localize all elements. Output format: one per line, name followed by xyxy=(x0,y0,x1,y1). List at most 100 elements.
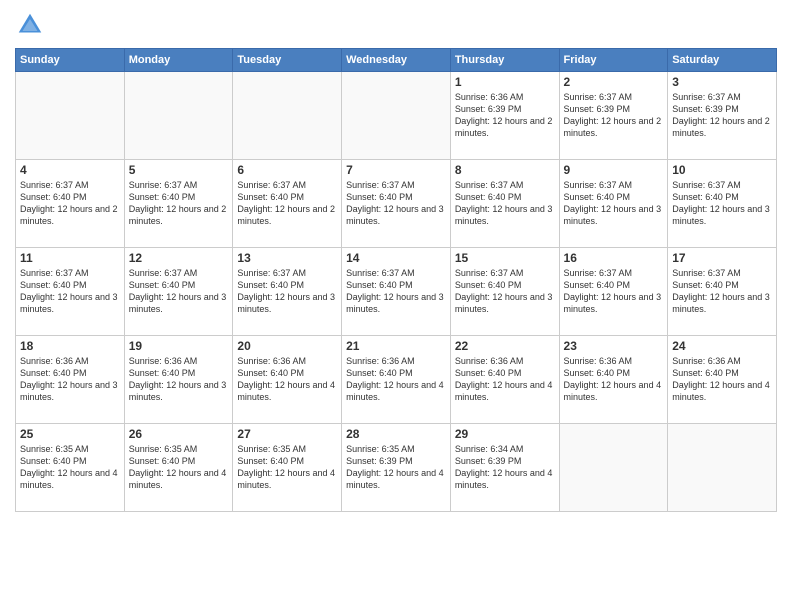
calendar-cell xyxy=(559,424,668,512)
logo-icon xyxy=(15,10,45,40)
calendar-header-row: SundayMondayTuesdayWednesdayThursdayFrid… xyxy=(16,49,777,72)
calendar-week-1: 1Sunrise: 6:36 AM Sunset: 6:39 PM Daylig… xyxy=(16,72,777,160)
calendar-cell: 6 Sunrise: 6:37 AM Sunset: 6:40 PM Daylig… xyxy=(233,160,342,248)
day-number: 15 xyxy=(455,251,555,265)
calendar-cell xyxy=(342,72,451,160)
calendar-header-sunday: Sunday xyxy=(16,49,125,72)
calendar-header-monday: Monday xyxy=(124,49,233,72)
logo xyxy=(15,10,47,40)
calendar-cell: 4 Sunrise: 6:37 AM Sunset: 6:40 PM Daylig… xyxy=(16,160,125,248)
day-info: Sunrise: 6:37 AM Sunset: 6:40 PM Dayligh… xyxy=(672,179,772,228)
day-info: Sunrise: 6:36 AM Sunset: 6:40 PM Dayligh… xyxy=(564,355,664,404)
calendar-cell: 10 Sunrise: 6:37 AM Sunset: 6:40 PM Dayli… xyxy=(668,160,777,248)
calendar-cell: 28 Sunrise: 6:35 AM Sunset: 6:39 PM Dayli… xyxy=(342,424,451,512)
calendar-cell: 15 Sunrise: 6:37 AM Sunset: 6:40 PM Dayli… xyxy=(450,248,559,336)
calendar-cell: 13 Sunrise: 6:37 AM Sunset: 6:40 PM Dayli… xyxy=(233,248,342,336)
day-number: 13 xyxy=(237,251,337,265)
day-info: Sunrise: 6:37 AM Sunset: 6:39 PM Dayligh… xyxy=(564,91,664,140)
day-info: Sunrise: 6:35 AM Sunset: 6:40 PM Dayligh… xyxy=(237,443,337,492)
calendar-cell: 20Sunrise: 6:36 AM Sunset: 6:40 PM Dayli… xyxy=(233,336,342,424)
calendar-cell xyxy=(16,72,125,160)
calendar-cell: 27 Sunrise: 6:35 AM Sunset: 6:40 PM Dayli… xyxy=(233,424,342,512)
day-number: 4 xyxy=(20,163,120,177)
calendar-cell: 7 Sunrise: 6:37 AM Sunset: 6:40 PM Daylig… xyxy=(342,160,451,248)
day-info: Sunrise: 6:36 AM Sunset: 6:40 PM Dayligh… xyxy=(455,355,555,404)
day-info: Sunrise: 6:37 AM Sunset: 6:40 PM Dayligh… xyxy=(237,179,337,228)
day-info: Sunrise: 6:36 AM Sunset: 6:40 PM Dayligh… xyxy=(346,355,446,404)
day-info: Sunrise: 6:34 AM Sunset: 6:39 PM Dayligh… xyxy=(455,443,555,492)
calendar-cell: 17Sunrise: 6:37 AM Sunset: 6:40 PM Dayli… xyxy=(668,248,777,336)
calendar-cell: 9 Sunrise: 6:37 AM Sunset: 6:40 PM Daylig… xyxy=(559,160,668,248)
calendar-week-3: 11 Sunrise: 6:37 AM Sunset: 6:40 PM Dayli… xyxy=(16,248,777,336)
day-info: Sunrise: 6:37 AM Sunset: 6:40 PM Dayligh… xyxy=(564,179,664,228)
calendar-cell: 21 Sunrise: 6:36 AM Sunset: 6:40 PM Dayli… xyxy=(342,336,451,424)
day-info: Sunrise: 6:37 AM Sunset: 6:40 PM Dayligh… xyxy=(346,179,446,228)
day-number: 11 xyxy=(20,251,120,265)
day-info: Sunrise: 6:37 AM Sunset: 6:40 PM Dayligh… xyxy=(455,179,555,228)
day-info: Sunrise: 6:37 AM Sunset: 6:40 PM Dayligh… xyxy=(20,179,120,228)
calendar-cell: 25Sunrise: 6:35 AM Sunset: 6:40 PM Dayli… xyxy=(16,424,125,512)
day-number: 2 xyxy=(564,75,664,89)
day-number: 23 xyxy=(564,339,664,353)
calendar-cell: 23 Sunrise: 6:36 AM Sunset: 6:40 PM Dayli… xyxy=(559,336,668,424)
calendar-header-wednesday: Wednesday xyxy=(342,49,451,72)
day-number: 21 xyxy=(346,339,446,353)
calendar-cell: 26 Sunrise: 6:35 AM Sunset: 6:40 PM Dayli… xyxy=(124,424,233,512)
day-number: 24 xyxy=(672,339,772,353)
calendar-week-5: 25 Sunrise: 6:35 AM Sunset: 6:40 PM Dayli… xyxy=(16,424,777,512)
day-info: Sunrise: 6:37 AM Sunset: 6:40 PM Dayligh… xyxy=(237,267,337,316)
calendar-header-friday: Friday xyxy=(559,49,668,72)
calendar-cell: 16Sunrise: 6:37 AM Sunset: 6:40 PM Dayli… xyxy=(559,248,668,336)
day-number: 7 xyxy=(346,163,446,177)
calendar-week-2: 4 Sunrise: 6:37 AM Sunset: 6:40 PM Daylig… xyxy=(16,160,777,248)
calendar-header-saturday: Saturday xyxy=(668,49,777,72)
day-number: 22 xyxy=(455,339,555,353)
day-number: 12 xyxy=(129,251,229,265)
day-info: Sunrise: 6:37 AM Sunset: 6:40 PM Dayligh… xyxy=(20,267,120,316)
calendar-cell: 11 Sunrise: 6:37 AM Sunset: 6:40 PM Dayli… xyxy=(16,248,125,336)
calendar-table: SundayMondayTuesdayWednesdayThursdayFrid… xyxy=(15,48,777,512)
day-info: Sunrise: 6:36 AM Sunset: 6:40 PM Dayligh… xyxy=(237,355,337,404)
day-info: Sunrise: 6:35 AM Sunset: 6:40 PM Dayligh… xyxy=(129,443,229,492)
calendar-cell: 18Sunrise: 6:36 AM Sunset: 6:40 PM Dayli… xyxy=(16,336,125,424)
calendar-cell: 3 Sunrise: 6:37 AM Sunset: 6:39 PM Daylig… xyxy=(668,72,777,160)
calendar-header-tuesday: Tuesday xyxy=(233,49,342,72)
day-number: 10 xyxy=(672,163,772,177)
calendar-cell xyxy=(124,72,233,160)
calendar-cell: 1Sunrise: 6:36 AM Sunset: 6:39 PM Daylig… xyxy=(450,72,559,160)
day-number: 6 xyxy=(237,163,337,177)
calendar-cell: 22 Sunrise: 6:36 AM Sunset: 6:40 PM Dayli… xyxy=(450,336,559,424)
day-info: Sunrise: 6:36 AM Sunset: 6:40 PM Dayligh… xyxy=(672,355,772,404)
calendar-cell: 19Sunrise: 6:36 AM Sunset: 6:40 PM Dayli… xyxy=(124,336,233,424)
day-number: 29 xyxy=(455,427,555,441)
day-number: 28 xyxy=(346,427,446,441)
day-number: 8 xyxy=(455,163,555,177)
page: SundayMondayTuesdayWednesdayThursdayFrid… xyxy=(0,0,792,612)
calendar-cell: 2 Sunrise: 6:37 AM Sunset: 6:39 PM Daylig… xyxy=(559,72,668,160)
day-info: Sunrise: 6:36 AM Sunset: 6:40 PM Dayligh… xyxy=(20,355,120,404)
day-number: 3 xyxy=(672,75,772,89)
day-info: Sunrise: 6:36 AM Sunset: 6:40 PM Dayligh… xyxy=(129,355,229,404)
day-number: 25 xyxy=(20,427,120,441)
calendar-cell: 24 Sunrise: 6:36 AM Sunset: 6:40 PM Dayli… xyxy=(668,336,777,424)
day-info: Sunrise: 6:37 AM Sunset: 6:40 PM Dayligh… xyxy=(129,267,229,316)
day-info: Sunrise: 6:37 AM Sunset: 6:39 PM Dayligh… xyxy=(672,91,772,140)
calendar-cell xyxy=(233,72,342,160)
day-info: Sunrise: 6:37 AM Sunset: 6:40 PM Dayligh… xyxy=(455,267,555,316)
day-info: Sunrise: 6:37 AM Sunset: 6:40 PM Dayligh… xyxy=(129,179,229,228)
calendar-header-thursday: Thursday xyxy=(450,49,559,72)
calendar-cell: 5 Sunrise: 6:37 AM Sunset: 6:40 PM Daylig… xyxy=(124,160,233,248)
calendar-cell: 12 Sunrise: 6:37 AM Sunset: 6:40 PM Dayli… xyxy=(124,248,233,336)
day-number: 1 xyxy=(455,75,555,89)
day-number: 27 xyxy=(237,427,337,441)
day-number: 26 xyxy=(129,427,229,441)
calendar-week-4: 18Sunrise: 6:36 AM Sunset: 6:40 PM Dayli… xyxy=(16,336,777,424)
day-number: 9 xyxy=(564,163,664,177)
day-number: 17 xyxy=(672,251,772,265)
calendar-cell xyxy=(668,424,777,512)
calendar-cell: 29 Sunrise: 6:34 AM Sunset: 6:39 PM Dayli… xyxy=(450,424,559,512)
calendar-cell: 8 Sunrise: 6:37 AM Sunset: 6:40 PM Daylig… xyxy=(450,160,559,248)
day-info: Sunrise: 6:35 AM Sunset: 6:39 PM Dayligh… xyxy=(346,443,446,492)
day-info: Sunrise: 6:37 AM Sunset: 6:40 PM Dayligh… xyxy=(564,267,664,316)
day-number: 5 xyxy=(129,163,229,177)
